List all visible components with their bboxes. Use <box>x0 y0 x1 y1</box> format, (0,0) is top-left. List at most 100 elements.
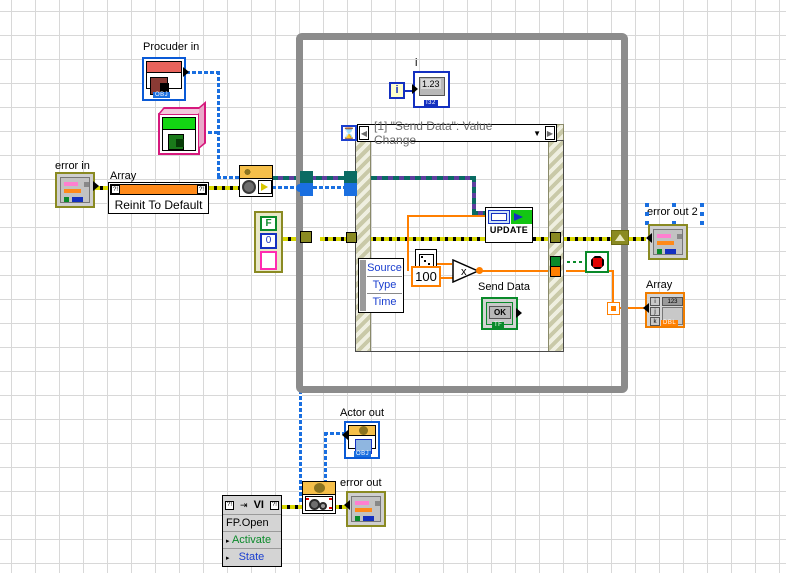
loop-tunnel-error-left[interactable] <box>300 231 312 243</box>
wire-procuder-to-bundle-v1 <box>217 71 220 176</box>
array-index-tunnel-glyph <box>611 306 616 311</box>
unbundle-item-source[interactable]: Source <box>367 260 402 277</box>
error-cluster-numeric-zero[interactable]: 0 <box>260 233 277 249</box>
property-node-header: ?! ⇥ VI ?! <box>223 496 281 514</box>
property-node-left-glyph: ?! <box>225 500 235 510</box>
error-out-2-terminal[interactable] <box>648 224 688 260</box>
unbundle-item-time[interactable]: Time <box>367 294 402 312</box>
error-in-grey-square <box>84 182 89 187</box>
error-out-terminal[interactable] <box>346 491 386 527</box>
reinit-to-default-method-label: Reinit To Default <box>114 198 203 212</box>
procuder-in-obj-tag: OBJ <box>153 92 171 98</box>
array-index-i: i <box>650 297 660 306</box>
actor-out-gear-icon <box>359 426 368 435</box>
multiply-output-junction <box>476 267 483 274</box>
selection-handle-ml[interactable] <box>645 212 649 216</box>
unbundle-item-type[interactable]: Type <box>367 277 402 294</box>
selection-handle-tc[interactable] <box>672 203 676 207</box>
error-out-orange-bar <box>355 508 372 512</box>
send-data-tf-tag: TF <box>492 322 505 328</box>
actor-out-terminal[interactable]: OBJ <box>344 421 380 459</box>
event-tunnel-numeric-right[interactable] <box>550 266 561 277</box>
unbundle-by-name-node[interactable]: Source Type Time <box>358 258 404 313</box>
bottom-gear-node[interactable] <box>302 481 336 514</box>
error-in-label: error in <box>55 160 90 172</box>
array-indicator-terminal[interactable]: i j k 123 DBL <box>645 292 685 328</box>
stop-boolean-constant[interactable] <box>585 251 609 273</box>
property-row-state[interactable]: ▸ State <box>223 548 281 565</box>
event-next-button[interactable]: ▶ <box>545 126 555 140</box>
property-row-activate[interactable]: ▸ Activate <box>223 531 281 548</box>
selection-handle-tl[interactable] <box>645 203 649 207</box>
event-tunnel-obj[interactable] <box>344 183 357 196</box>
error-out-2-green-dot <box>657 249 662 254</box>
block-diagram-canvas[interactable]: ⌛ ◀ [1] "Send Data": Value Change ▼ ▶ Pr… <box>0 0 786 573</box>
property-node-ref-arrow-icon: ⇥ <box>240 499 248 510</box>
error-out-2-orange-bar <box>657 241 674 245</box>
error-in-green-dot <box>64 197 69 202</box>
loop-tunnel-error-right-glyph <box>615 234 625 241</box>
event-timeout-icon[interactable]: ⌛ <box>341 125 357 141</box>
error-out-input-arrow <box>344 500 350 510</box>
gear-node-body-gear-icon <box>242 180 256 194</box>
procuder-in-label: Procuder in <box>143 41 200 53</box>
wire-obj-to-actorout-h <box>324 432 344 435</box>
error-cluster-bool-false[interactable]: F <box>260 216 277 231</box>
error-in-orange-bar <box>64 189 81 193</box>
error-cluster-string-empty[interactable] <box>260 251 277 270</box>
error-out-2-label: error out 2 <box>647 206 698 218</box>
bundle-gear-node[interactable] <box>239 165 273 197</box>
property-row-fpopen[interactable]: FP.Open <box>223 514 281 531</box>
actor-object-3d-side <box>199 101 206 149</box>
error-in-pink-bar <box>64 182 78 186</box>
selection-handle-tr[interactable] <box>700 203 704 207</box>
procuder-in-output-arrow <box>183 67 189 77</box>
actor-out-obj-tag: OBJ <box>354 451 372 457</box>
wire-fpopen-to-gearnode <box>282 505 304 509</box>
numeric-constant-100[interactable]: 100 <box>411 266 441 287</box>
send-data-boolean-terminal[interactable]: OK TF <box>481 297 518 330</box>
send-data-output-arrow <box>516 308 522 318</box>
error-cluster-constant[interactable]: F 0 <box>254 211 283 273</box>
reinit-to-default-invoke-node[interactable]: ?! ?! Reinit To Default <box>108 182 209 214</box>
event-tunnel-error-right[interactable] <box>550 232 561 243</box>
iteration-terminal-i[interactable]: i <box>389 82 405 99</box>
gear-node-gear-icon <box>242 167 253 177</box>
actor-object-icon[interactable] <box>158 113 200 155</box>
wire-array-to-bundle <box>209 186 241 190</box>
gear-node-run-arrow-glyph <box>261 183 268 191</box>
wire-procuder-to-bundle-h1 <box>186 71 220 74</box>
actor-out-input-arrow <box>342 430 348 440</box>
send-data-ok-button-icon: OK <box>489 306 511 319</box>
event-prev-button[interactable]: ◀ <box>359 126 369 140</box>
iteration-i32-tag: I32 <box>424 100 438 106</box>
error-out-2-pink-bar <box>657 234 671 238</box>
array-index-j: j <box>650 307 660 316</box>
invoke-node-left-glyph: ?! <box>111 185 120 194</box>
error-out-grey-square <box>375 501 380 506</box>
iteration-numeric-value: 1.23 <box>421 79 441 89</box>
selection-handle-mr[interactable] <box>700 212 704 216</box>
stop-icon <box>591 256 604 269</box>
event-dropdown-icon[interactable]: ▼ <box>529 129 545 138</box>
event-structure-frame <box>355 140 564 352</box>
invoke-node-header-bar <box>110 184 207 195</box>
event-next-arrow-icon: ▶ <box>546 128 554 138</box>
update-message-node[interactable]: UPDATE <box>485 207 533 243</box>
array-index-k: k <box>650 317 660 326</box>
property-node-right-glyph: ?! <box>269 500 279 510</box>
event-tunnel-error-left[interactable] <box>346 232 357 243</box>
event-case-selector[interactable]: ◀ [1] "Send Data": Value Change ▼ ▶ <box>357 119 557 147</box>
procuder-in-terminal[interactable]: OBJ <box>142 57 186 101</box>
send-data-label: Send Data <box>478 281 530 293</box>
array-indicator-input-arrow <box>643 303 649 313</box>
selection-handle-br[interactable] <box>700 221 704 225</box>
iteration-numeric-indicator[interactable]: 1.23 I32 <box>413 71 450 108</box>
vi-property-node[interactable]: ?! ⇥ VI ?! FP.Open ▸ Activate ▸ State <box>222 495 282 567</box>
event-prev-arrow-icon: ◀ <box>360 128 368 138</box>
error-out-green-dot <box>355 516 360 521</box>
error-in-blue-bar <box>72 197 83 202</box>
error-in-terminal[interactable] <box>55 172 95 208</box>
wire-junction-obj-left <box>296 184 304 192</box>
unbundle-left-bar <box>360 260 366 311</box>
